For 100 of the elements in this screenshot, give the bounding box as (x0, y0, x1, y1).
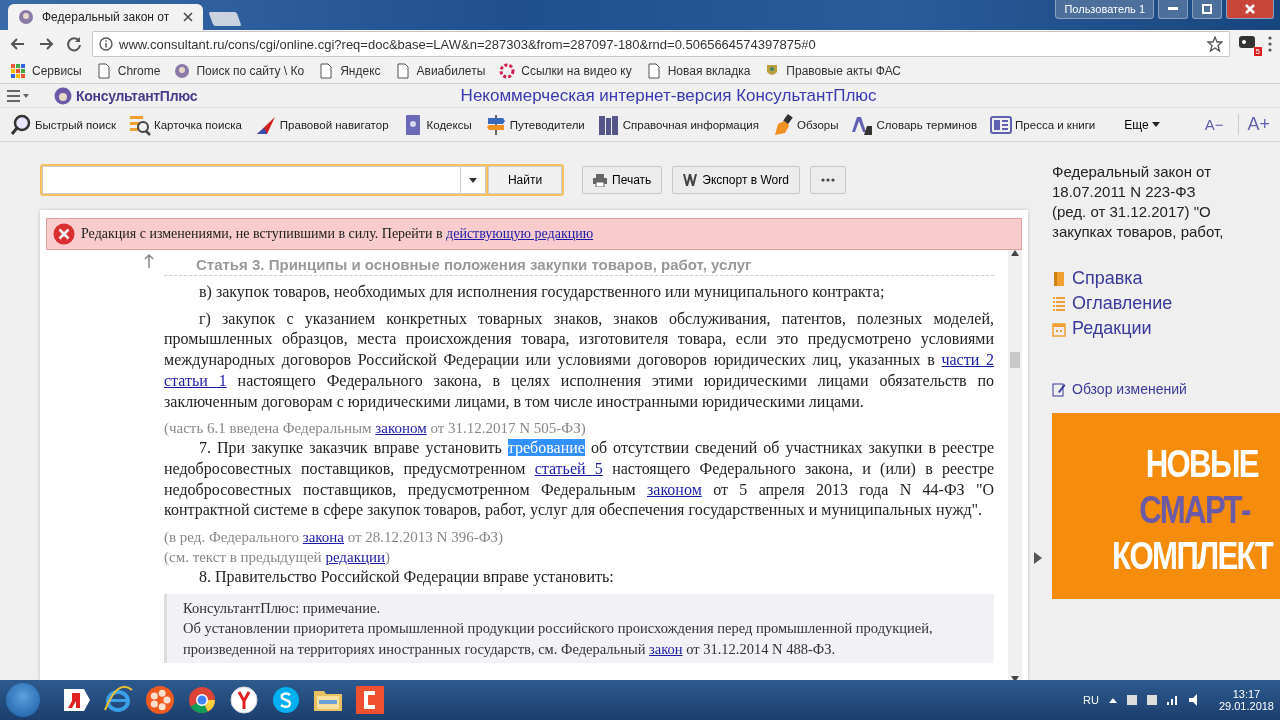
text-link[interactable]: закон (649, 640, 683, 657)
text-link[interactable]: действующую редакцию (446, 226, 594, 241)
document-title: Федеральный закон от 18.07.2011 N 223-ФЗ (ред. от 31.12.2017) "О закупках товаров, работ, (1052, 162, 1225, 242)
edit-icon (1052, 381, 1066, 397)
paragraph: г) закупок с указанием конкретных товарных знаков, знаков обслуживания, патентов, полезных моделей, промышленных образцов, места происхождения товара, изготовителя товара, если это предусмотрено условиями международных договоров Российской Федерации или условиями договоров юридических лиц, указанных в части 2 статьи 1 настоящего Федерального закона, в целях исполнения этими юридическими лицами обязательств по заключенным договорам с юридическими лицами, в том числе иностранными юридическими лицами. (164, 308, 994, 413)
caret-icon[interactable] (469, 177, 477, 183)
bookmark[interactable]: Сервисы (10, 62, 82, 79)
bookmark[interactable]: Новая вкладка (645, 62, 751, 79)
menu-icon[interactable] (7, 89, 29, 102)
app-icon[interactable] (270, 684, 302, 716)
font-size-button[interactable]: A− (1202, 116, 1226, 133)
maximize-button[interactable] (1192, 0, 1222, 19)
clock[interactable]: 13:17 29.01.2018 (1218, 688, 1274, 712)
apps-icon (10, 62, 26, 79)
text-link[interactable]: законом (647, 480, 702, 498)
close-button[interactable] (1226, 0, 1274, 19)
banner-text: СМАРТ- (1139, 488, 1250, 533)
sidebar-link[interactable]: Редакции (1052, 318, 1280, 339)
flower-icon (499, 62, 516, 79)
toolbar-button[interactable]: Словарь терминов (851, 113, 978, 136)
minimize-button[interactable] (1158, 0, 1188, 19)
text-link[interactable]: статьи 1 (164, 371, 227, 389)
text-link[interactable]: части 2 (941, 351, 994, 369)
language-indicator[interactable]: RU (1083, 694, 1099, 706)
avatar-icon (18, 9, 34, 25)
menu-icon[interactable] (1268, 36, 1272, 52)
toolbar-button[interactable]: Путеводители (484, 113, 585, 136)
toolbar-button[interactable]: Кодексы (401, 113, 472, 136)
print-button[interactable]: Печать (582, 166, 663, 194)
info-icon (99, 37, 113, 51)
browser-tab[interactable]: Федеральный закон от (8, 4, 203, 30)
bookmark[interactable]: Авиабилеты (394, 62, 486, 79)
error-icon (53, 223, 75, 245)
text-link[interactable]: закона (302, 529, 344, 546)
expand-icon[interactable] (1034, 552, 1042, 564)
toolbar-button[interactable]: Карточка поиска (128, 113, 242, 136)
banner-text: КОМПЛЕКТ (1112, 534, 1272, 579)
avatar-icon (174, 62, 191, 79)
article-heading: Статья 3. Принципы и основные положения закупки товаров, работ, услуг (164, 256, 994, 276)
app-title: Некоммерческая интернет-версия КонсультантПлюс (459, 85, 878, 106)
app-icon[interactable] (228, 684, 260, 716)
book-icon (1052, 270, 1066, 287)
edit-note: (часть 6.1 введена Федеральным законом от 31.12.2017 N 505-ФЗ) (164, 419, 587, 439)
edit-note: (в ред. Федерального закона от 28.12.2013 N 396-ФЗ) (164, 528, 505, 548)
address-field[interactable]: www.consultant.ru/cons/cgi/online.cgi?req=doc&base=LAW&n=287303&from=287097-180&rnd=0.5065664574397875#0 (92, 31, 1230, 57)
alert-text: Редакция с изменениями, не вступившими в силу. Перейти в действующую редакцию (81, 226, 594, 242)
paragraph: 7. При закупке заказчик вправе установить требование об отсутствии сведений об участниках закупки в реестре недобросовестных поставщиков, предусмотренном статьей 5 настоящего Федерального закона, и (или) в реестре недобросовестных поставщиков, предусмотренном Федеральным законом от 5 апреля 2013 года N 44-ФЗ "О контрактной системе в сфере закупок товаров, работ, услуг для обеспечения государственных и муниципальных нужд". (164, 438, 994, 521)
toolbar-button[interactable]: Обзоры (771, 113, 839, 136)
close-icon (1245, 4, 1255, 14)
font-size-button[interactable]: A+ (1238, 114, 1272, 135)
toolbar-button[interactable]: Пресса и книги (990, 113, 1096, 136)
page-icon (95, 62, 112, 79)
page-icon (318, 62, 335, 79)
search-field[interactable] (42, 166, 486, 194)
scroll-thumb[interactable] (1010, 352, 1020, 368)
reload-icon[interactable] (64, 34, 84, 54)
sidebar-link[interactable]: Справка (1052, 268, 1280, 289)
w-icon (683, 174, 698, 186)
maximize-icon (1202, 4, 1212, 14)
selected-text: требование (507, 439, 585, 457)
calendar-icon (1052, 320, 1066, 337)
page-icon (645, 62, 662, 79)
close-icon[interactable] (183, 12, 193, 22)
scrollbar[interactable] (1008, 250, 1022, 680)
app-icon[interactable] (144, 684, 176, 716)
toolbar-button[interactable]: Справочная информация (597, 113, 759, 136)
bookmark[interactable]: Ссылки на видео ку (499, 62, 632, 79)
search-icon (10, 113, 32, 136)
extension-button[interactable]: 5 (1238, 34, 1260, 54)
profile-button[interactable]: Пользователь 1 (1055, 0, 1154, 19)
more-menu[interactable]: Еще (1118, 116, 1166, 133)
toolbar-button[interactable]: Быстрый поиск (10, 113, 116, 136)
bookmark[interactable]: Поиск по сайту \ Ко (174, 62, 305, 79)
text-link[interactable]: редакции (325, 549, 385, 566)
start-button[interactable] (6, 683, 40, 717)
up-arrow-icon[interactable] (144, 254, 154, 268)
bookmark[interactable]: Яндекс (318, 62, 381, 79)
more-icon (820, 178, 835, 182)
list-icon (1052, 295, 1066, 312)
toolbar-button[interactable]: Правовой навигатор (254, 113, 389, 136)
note-title: КонсультантПлюс: примечание. (183, 598, 382, 618)
star-icon[interactable] (1207, 36, 1223, 52)
export-button[interactable]: Экспорт в Word (672, 166, 800, 194)
app-icon[interactable] (354, 684, 386, 716)
paragraph: 8. Правительство Российской Федерации вправе установить: (198, 567, 615, 588)
paragraph: в) закупок товаров, необходимых для исполнения государственного или муниципального контракта; (198, 282, 886, 303)
books-icon (597, 113, 620, 136)
mascot-icon (54, 86, 72, 105)
text-link[interactable]: законом (375, 420, 427, 437)
edit-note: (см. текст в предыдущей редакции) (164, 548, 391, 568)
sidebar-link[interactable]: Оглавление (1052, 293, 1280, 314)
bookmark[interactable]: Chrome (95, 62, 161, 79)
new-tab-button[interactable] (208, 12, 242, 26)
press-icon (990, 113, 1013, 136)
find-button[interactable]: Найти (488, 166, 562, 194)
text-link[interactable]: статьей 5 (534, 459, 603, 477)
app-icon[interactable] (186, 684, 218, 716)
sidebar-link[interactable]: Обзор изменений (1052, 381, 1280, 397)
bookmark[interactable]: Правовые акты ФАС (764, 62, 902, 79)
page-icon (394, 62, 411, 79)
